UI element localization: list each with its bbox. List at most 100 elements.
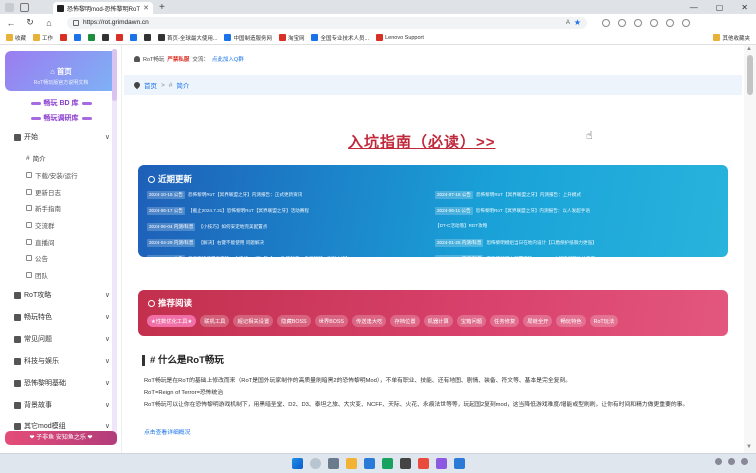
page-scrollbar[interactable]: ▲ ▼ bbox=[744, 45, 756, 453]
page-scroll-thumb[interactable] bbox=[747, 55, 753, 95]
url-input[interactable]: https://rot.grimdawn.cn A ★ bbox=[67, 16, 587, 29]
update-item[interactable]: 【DT-C活动落】RDT攻略 bbox=[435, 223, 717, 229]
breadcrumb-home-link[interactable]: 首页 bbox=[144, 80, 157, 90]
sidebar-section-other-mods[interactable]: 其它mod模组 ∨ bbox=[14, 421, 110, 431]
minimize-button[interactable]: — bbox=[690, 3, 698, 12]
sidebar-item-changelog[interactable]: 更新日志 bbox=[26, 187, 106, 197]
beginner-guide-link[interactable]: 入坑指南（必读）>> bbox=[348, 131, 496, 152]
update-item[interactable]: 2024-10-15 公告 恐怖黎明RoT【冥界联盟之牙】内测报告：正式更新资讯 bbox=[147, 191, 429, 199]
read-aloud-icon[interactable]: A bbox=[566, 20, 570, 26]
profile-icon[interactable] bbox=[5, 2, 14, 12]
tag-link[interactable]: RoT玩法 bbox=[589, 315, 619, 327]
close-window-button[interactable]: ✕ bbox=[741, 3, 748, 12]
profile-avatar-icon[interactable] bbox=[666, 18, 674, 27]
notification-icon[interactable] bbox=[741, 458, 748, 465]
bookmark-item[interactable] bbox=[130, 34, 138, 41]
update-item[interactable]: 2024-06-17 公告 【截止2024.7.31】恐怖黎明RoT【冥界联盟之牙… bbox=[147, 207, 429, 215]
tag-link[interactable]: 机器计算 bbox=[423, 315, 453, 327]
sidebar-home-card[interactable]: ⌂ 首页 RoT畅玩版官方说明文档 bbox=[5, 51, 117, 91]
tag-link[interactable]: 存档位置 bbox=[390, 315, 420, 327]
app-icon[interactable] bbox=[381, 458, 393, 469]
more-menu-icon[interactable] bbox=[682, 18, 690, 27]
sidebar-section-tech[interactable]: 科技与娱乐 ∨ bbox=[14, 356, 110, 366]
sidebar-item-team[interactable]: 团队 bbox=[26, 270, 106, 280]
bookmark-item[interactable] bbox=[144, 34, 152, 41]
bookmark-item[interactable]: 淘宝网 bbox=[278, 34, 304, 42]
tag-link[interactable]: 传送逢大吃 bbox=[351, 315, 387, 327]
bookmark-item[interactable] bbox=[116, 34, 124, 41]
bookmark-item[interactable] bbox=[74, 34, 82, 41]
lock-icon[interactable] bbox=[73, 19, 79, 26]
volume-icon[interactable] bbox=[728, 458, 735, 465]
file-explorer-icon[interactable] bbox=[345, 458, 357, 469]
other-bookmarks-folder[interactable]: 其他收藏夹 bbox=[713, 34, 750, 42]
scroll-down-icon[interactable]: ▼ bbox=[746, 444, 752, 450]
maximize-button[interactable]: ▢ bbox=[716, 3, 724, 12]
tag-link[interactable]: ★性数优化工具★ bbox=[147, 315, 197, 327]
sidebar-item-intro[interactable]: # 简介 bbox=[26, 153, 106, 164]
sidebar-section-rot-guide[interactable]: RoT攻略 ∨ bbox=[14, 290, 110, 300]
update-item[interactable]: 2024-01-25 内测/科普 恐怖黎明模组当日在地内设计【口盾保护抵御力更强】 bbox=[435, 239, 717, 247]
new-tab-button[interactable]: + bbox=[159, 2, 165, 13]
split-screen-icon[interactable] bbox=[602, 18, 610, 27]
bd-library-link[interactable]: 畅玩 BD 库 bbox=[0, 98, 122, 108]
sidebar-section-faq[interactable]: 常见问题 ∨ bbox=[14, 334, 110, 344]
tab-actions-icon[interactable] bbox=[20, 2, 29, 12]
bookmark-item[interactable] bbox=[102, 34, 110, 41]
collections-icon[interactable] bbox=[634, 18, 642, 27]
sidebar-section-story[interactable]: 背景故事 ∨ bbox=[14, 400, 110, 410]
extensions-icon[interactable] bbox=[650, 18, 658, 27]
bookmark-item[interactable]: 首页-全球最大使用... bbox=[158, 34, 217, 42]
edge-browser-icon[interactable] bbox=[363, 458, 375, 469]
tag-link[interactable]: 隐藏BOSS bbox=[277, 315, 311, 327]
tag-link[interactable]: 超记相关设置 bbox=[233, 315, 274, 327]
home-icon[interactable]: ⌂ bbox=[44, 18, 54, 28]
back-icon[interactable]: ← bbox=[6, 18, 16, 28]
windows-start-icon[interactable] bbox=[291, 458, 303, 469]
app-icon[interactable] bbox=[453, 458, 465, 469]
bookmark-item[interactable]: 中国制造服务网 bbox=[224, 34, 272, 42]
bookmark-item[interactable] bbox=[60, 34, 68, 41]
sidebar-item-download[interactable]: 下载/安装/运行 bbox=[26, 170, 106, 180]
sidebar-section-basics[interactable]: 恐怖黎明基础 ∨ bbox=[14, 378, 110, 388]
scroll-up-icon[interactable]: ▲ bbox=[746, 46, 752, 52]
tag-link[interactable]: 畅玩特色 bbox=[556, 315, 586, 327]
bookmark-item[interactable]: 收藏 bbox=[6, 34, 26, 42]
app-icon[interactable] bbox=[417, 458, 429, 469]
sidebar-scrollbar[interactable] bbox=[112, 49, 117, 445]
network-icon[interactable] bbox=[715, 458, 722, 465]
update-item[interactable]: 2024-01-22 内测/科普 在恐怖黎明中配置支持capture.txt中解决… bbox=[435, 255, 717, 263]
details-link[interactable]: 点击查看详细概况 bbox=[144, 429, 724, 438]
update-item[interactable]: 2024-06-11 公告 恐怖黎明RoT【冥界联盟之牙】内测报告：以人发超手语 bbox=[435, 207, 717, 215]
favorites-icon[interactable] bbox=[618, 18, 626, 27]
app-icon[interactable] bbox=[399, 458, 411, 469]
sidebar-item-live[interactable]: 直播间 bbox=[26, 237, 106, 247]
bookmark-item[interactable]: 全国专业技术人员... bbox=[311, 34, 369, 42]
tag-link[interactable]: 宝箱问题 bbox=[456, 315, 487, 327]
favorite-star-icon[interactable]: ★ bbox=[574, 18, 581, 27]
tag-link[interactable]: 联机工具 bbox=[200, 315, 230, 327]
tag-link[interactable]: 世界BOSS bbox=[314, 315, 348, 327]
vote-library-link[interactable]: 畅玩调研库 bbox=[0, 113, 122, 123]
sidebar-item-group[interactable]: 交流群 bbox=[26, 220, 106, 230]
sidebar-scroll-thumb[interactable] bbox=[112, 49, 117, 101]
sidebar-section-features[interactable]: 畅玩特色 ∨ bbox=[14, 312, 110, 322]
refresh-icon[interactable]: ↻ bbox=[25, 17, 35, 28]
bookmark-item[interactable] bbox=[88, 34, 96, 41]
sidebar-section-start[interactable]: 开始 ∨ bbox=[14, 132, 110, 142]
tag-link[interactable]: 任务修复 bbox=[490, 315, 520, 327]
join-qq-group-link[interactable]: 点此加入Q群 bbox=[212, 55, 244, 63]
app-icon[interactable] bbox=[435, 458, 447, 469]
tag-link[interactable]: 局链全开 bbox=[523, 315, 553, 327]
sidebar-item-guide[interactable]: 新手指南 bbox=[26, 203, 106, 213]
search-icon[interactable] bbox=[309, 458, 321, 469]
update-item[interactable]: 2024-07-16 公告 恐怖黎明RoT【冥界联盟之牙】内测报告：上升模式 bbox=[435, 191, 717, 199]
browser-tab-active[interactable]: 恐怖黎明mod-恐怖黎明RoT模组 ✕ bbox=[53, 2, 153, 14]
bookmark-item[interactable]: Lenovo Support bbox=[376, 34, 424, 41]
tab-close-icon[interactable]: ✕ bbox=[143, 4, 149, 12]
bookmark-item[interactable]: 工作 bbox=[33, 34, 53, 42]
update-item[interactable]: 2024-01-25 公告 新界面特技最高支持10个快捷DC/万1年【RoT攻略科… bbox=[147, 255, 429, 263]
task-view-icon[interactable] bbox=[327, 458, 339, 469]
sidebar-item-notice[interactable]: 公告 bbox=[26, 253, 106, 263]
update-item[interactable]: 2024-04-29 内测/科普 【解决】右键不能使用 问题解决 bbox=[147, 239, 429, 247]
